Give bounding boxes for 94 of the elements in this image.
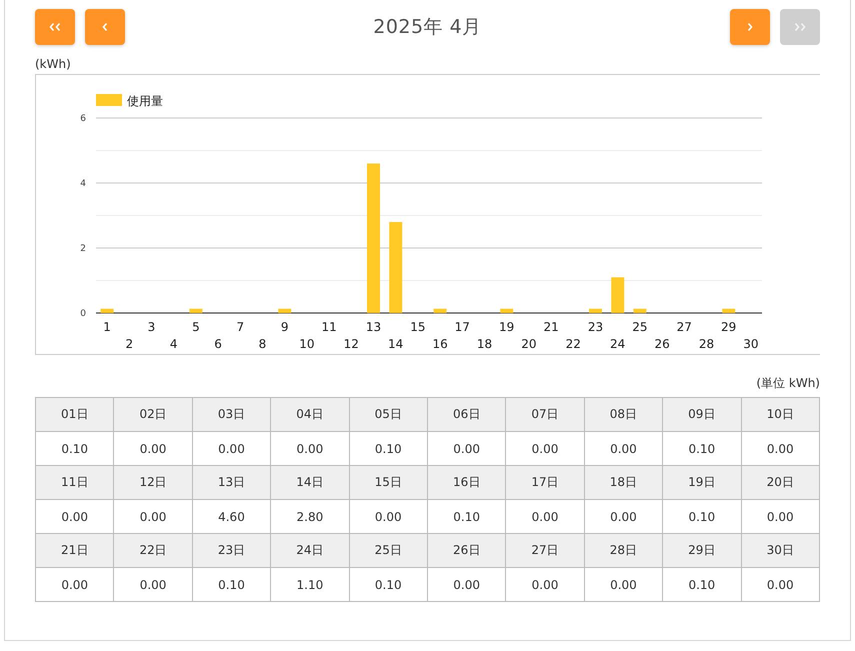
y-tick-label: 2: [80, 244, 86, 254]
chevron-icon: [794, 22, 806, 32]
usage-cell: 0.00: [741, 568, 820, 602]
day-header-cell: 24日: [270, 534, 350, 568]
x-tick-label: 1: [103, 320, 111, 334]
x-tick-label: 16: [432, 337, 448, 351]
day-header-cell: 28日: [584, 534, 663, 568]
day-header-cell: 06日: [427, 398, 506, 432]
x-tick-label: 21: [543, 320, 559, 334]
chevron-icon: [747, 22, 753, 32]
x-tick-label: 26: [654, 337, 670, 351]
x-tick-label: 6: [214, 337, 222, 351]
usage-cell: 0.00: [114, 568, 192, 602]
day-header-cell: 08日: [584, 398, 663, 432]
x-tick-label: 9: [280, 320, 289, 334]
day-header-cell: 01日: [36, 398, 114, 432]
x-tick-label: 27: [676, 320, 692, 334]
day-header-cell: 12日: [114, 466, 192, 500]
unit-label: (単位 kWh): [755, 375, 820, 392]
chevron-icon: [49, 22, 61, 32]
first-page-button[interactable]: [35, 9, 75, 45]
day-header-cell: 25日: [349, 534, 428, 568]
day-header-cell: 13日: [192, 466, 271, 500]
day-header-cell: 15日: [349, 466, 428, 500]
x-tick-label: 15: [410, 320, 426, 334]
chevron-icon: [102, 22, 108, 32]
day-header-cell: 30日: [741, 534, 820, 568]
day-header-cell: 05日: [349, 398, 428, 432]
usage-cell: 0.00: [584, 568, 663, 602]
bar: [500, 308, 514, 313]
x-tick-label: 13: [366, 320, 382, 334]
x-tick-label: 5: [192, 320, 200, 334]
next-button[interactable]: [730, 9, 770, 45]
x-tick-label: 18: [476, 337, 492, 351]
y-tick-label: 6: [80, 114, 86, 124]
x-tick-label: 7: [236, 320, 244, 334]
day-header-cell: 07日: [506, 398, 584, 432]
x-tick-label: 22: [566, 337, 581, 351]
day-header-cell: 16日: [427, 466, 506, 500]
x-tick-label: 23: [588, 320, 604, 334]
bar: [189, 308, 202, 313]
day-header-cell: 04日: [270, 398, 350, 432]
x-tick-label: 20: [521, 337, 537, 351]
day-header-cell: 02日: [114, 398, 192, 432]
unit-label: (kWh): [35, 57, 72, 71]
x-tick-label: 29: [721, 320, 736, 334]
day-header-cell: 26日: [427, 534, 506, 568]
bar: [722, 308, 736, 313]
bar: [100, 308, 114, 313]
bar: [611, 277, 624, 313]
day-header-cell: 21日: [36, 534, 114, 568]
usage-cell: 0.10: [349, 568, 428, 602]
x-tick-label: 11: [321, 320, 337, 334]
x-tick-label: 4: [170, 337, 178, 351]
usage-cell: 0.00: [506, 568, 584, 602]
x-tick-label: 19: [499, 320, 514, 334]
day-header-cell: 23日: [192, 534, 271, 568]
bar: [633, 308, 646, 313]
legend-label: 使用量: [127, 94, 163, 108]
x-tick-label: 10: [299, 337, 315, 351]
bar: [434, 308, 447, 313]
day-header-cell: 20日: [741, 466, 820, 500]
day-header-cell: 22日: [114, 534, 192, 568]
day-header-cell: 11日: [36, 466, 114, 500]
day-header-cell: 29日: [662, 534, 742, 568]
x-tick-label: 28: [698, 337, 714, 351]
day-header-cell: 27日: [506, 534, 584, 568]
x-tick-label: 8: [258, 337, 266, 351]
x-tick-label: 14: [388, 337, 404, 351]
day-header-cell: 03日: [192, 398, 271, 432]
month-title: 2025年 4月: [372, 15, 483, 40]
day-header-cell: 10日: [741, 398, 820, 432]
usage-cell: 1.10: [270, 568, 350, 602]
usage-cell: 0.10: [192, 568, 271, 602]
x-tick-label: 25: [632, 320, 648, 334]
x-tick-label: 3: [148, 320, 156, 334]
x-tick-label: 30: [743, 337, 759, 351]
x-tick-label: 17: [454, 320, 470, 334]
usage-cell: 0.10: [662, 568, 742, 602]
bar: [278, 308, 292, 313]
y-tick-label: 0: [80, 309, 86, 319]
x-tick-label: 2: [125, 337, 134, 351]
prev-button[interactable]: [85, 9, 125, 45]
usage-cell: 0.00: [427, 568, 506, 602]
x-tick-label: 12: [344, 337, 359, 351]
day-header-cell: 18日: [584, 466, 663, 500]
x-tick-label: 24: [610, 337, 626, 351]
day-header-cell: 09日: [662, 398, 742, 432]
bar: [589, 308, 602, 313]
day-header-cell: 17日: [506, 466, 584, 500]
day-header-cell: 19日: [662, 466, 742, 500]
day-header-cell: 14日: [270, 466, 350, 500]
usage-cell: 0.00: [36, 568, 114, 602]
y-tick-label: 4: [80, 179, 86, 189]
